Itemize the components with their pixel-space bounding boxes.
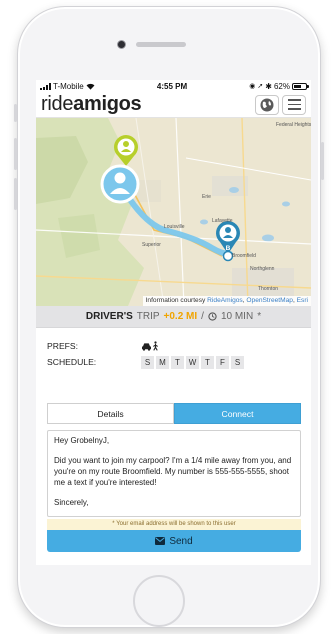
globe-button[interactable] (255, 94, 279, 115)
status-time: 4:55 PM (156, 81, 188, 91)
battery-icon (292, 82, 309, 90)
phone-power-button (321, 142, 324, 180)
end-marker-letter: B (226, 245, 231, 252)
app-screen: T-Mobile 4:55 PM ◉ ➚ ✱ 62% rideamigos B … (36, 80, 311, 565)
route-map[interactable]: B Erie Lafayette Louisville Superior Northgl… (36, 118, 311, 306)
extra-time: 10 MIN (220, 311, 254, 322)
wifi-icon (86, 83, 95, 90)
trip-separator: / (201, 311, 204, 322)
detail-tabs: Details Connect (47, 403, 301, 424)
trip-summary: DRIVER'S TRIP +0.2 MI / 10 MIN * (36, 306, 311, 328)
map-place-label: Northglenn (250, 266, 275, 272)
send-label: Send (169, 535, 193, 547)
car-icon (142, 342, 151, 351)
signal-icon (40, 82, 51, 90)
battery-percent: 62% (273, 81, 290, 91)
map-place-label: Louisville (164, 224, 185, 230)
front-camera (117, 40, 126, 49)
home-button[interactable] (133, 575, 185, 627)
map-place-label: Broomfield (232, 253, 256, 259)
map-attribution: Information courtesy RideAmigos, OpenStr… (142, 296, 311, 306)
schedule-days: S M T W T F S (141, 355, 244, 369)
esri-link[interactable]: Esri (297, 297, 308, 304)
tab-connect[interactable]: Connect (174, 403, 301, 424)
alarm-icon: ◉ (249, 83, 256, 90)
message-closing: Sincerely, (54, 498, 89, 507)
day-thursday: T (201, 355, 214, 369)
email-notice: * Your email address will be shown to th… (47, 519, 301, 530)
phone-volume-up (14, 138, 17, 170)
prefs-label: PREFS: (47, 341, 79, 351)
phone-volume-down (14, 178, 17, 210)
map-place-label: Lafayette (212, 218, 233, 224)
menu-button[interactable] (282, 94, 306, 115)
openstreetmap-link[interactable]: OpenStreetMap (246, 297, 293, 304)
day-saturday: S (231, 355, 244, 369)
phone-speaker (136, 42, 186, 47)
map-canvas: B Erie Lafayette Louisville Superior Northgl… (36, 118, 311, 306)
day-friday: F (216, 355, 229, 369)
app-header: rideamigos (36, 92, 311, 118)
map-place-label: Thornton (258, 286, 278, 292)
day-sunday: S (141, 355, 154, 369)
trip-asterisk: * (257, 311, 262, 322)
user-avatar-icon[interactable] (100, 164, 140, 204)
clock-icon (208, 312, 217, 321)
carrier-name: T-Mobile (53, 81, 84, 91)
walking-icon (153, 341, 158, 351)
day-monday: M (156, 355, 169, 369)
message-textarea[interactable]: Hey GrobelnyJ, Did you want to join my c… (47, 430, 301, 517)
trip-role: DRIVER'S (85, 311, 133, 322)
send-button[interactable]: Send (47, 530, 301, 552)
status-bar: T-Mobile 4:55 PM ◉ ➚ ✱ 62% (36, 80, 311, 92)
tab-details[interactable]: Details (47, 403, 174, 424)
bluetooth-icon: ✱ (265, 81, 272, 91)
location-arrow-icon: ➚ (257, 83, 264, 90)
rideamigos-link[interactable]: RideAmigos (207, 297, 243, 304)
map-place-label: Erie (202, 194, 211, 200)
message-body: Did you want to join my carpool? I'm a 1… (54, 456, 292, 487)
trip-label: TRIP (136, 311, 160, 322)
message-greeting: Hey GrobelnyJ, (54, 436, 110, 445)
extra-distance: +0.2 MI (163, 311, 198, 322)
day-tuesday: T (171, 355, 184, 369)
phone-mute-switch (14, 104, 17, 122)
map-place-label: Superior (142, 242, 161, 248)
globe-icon (260, 98, 274, 111)
map-place-label: Federal Heights (276, 122, 311, 128)
day-wednesday: W (186, 355, 199, 369)
trip-prefs: PREFS: SCHEDULE: S M T W T F S (36, 328, 311, 370)
rideamigos-logo[interactable]: rideamigos (41, 93, 142, 116)
hamburger-menu-icon (287, 99, 301, 110)
envelope-icon (155, 537, 166, 545)
schedule-label: SCHEDULE: (47, 357, 97, 367)
